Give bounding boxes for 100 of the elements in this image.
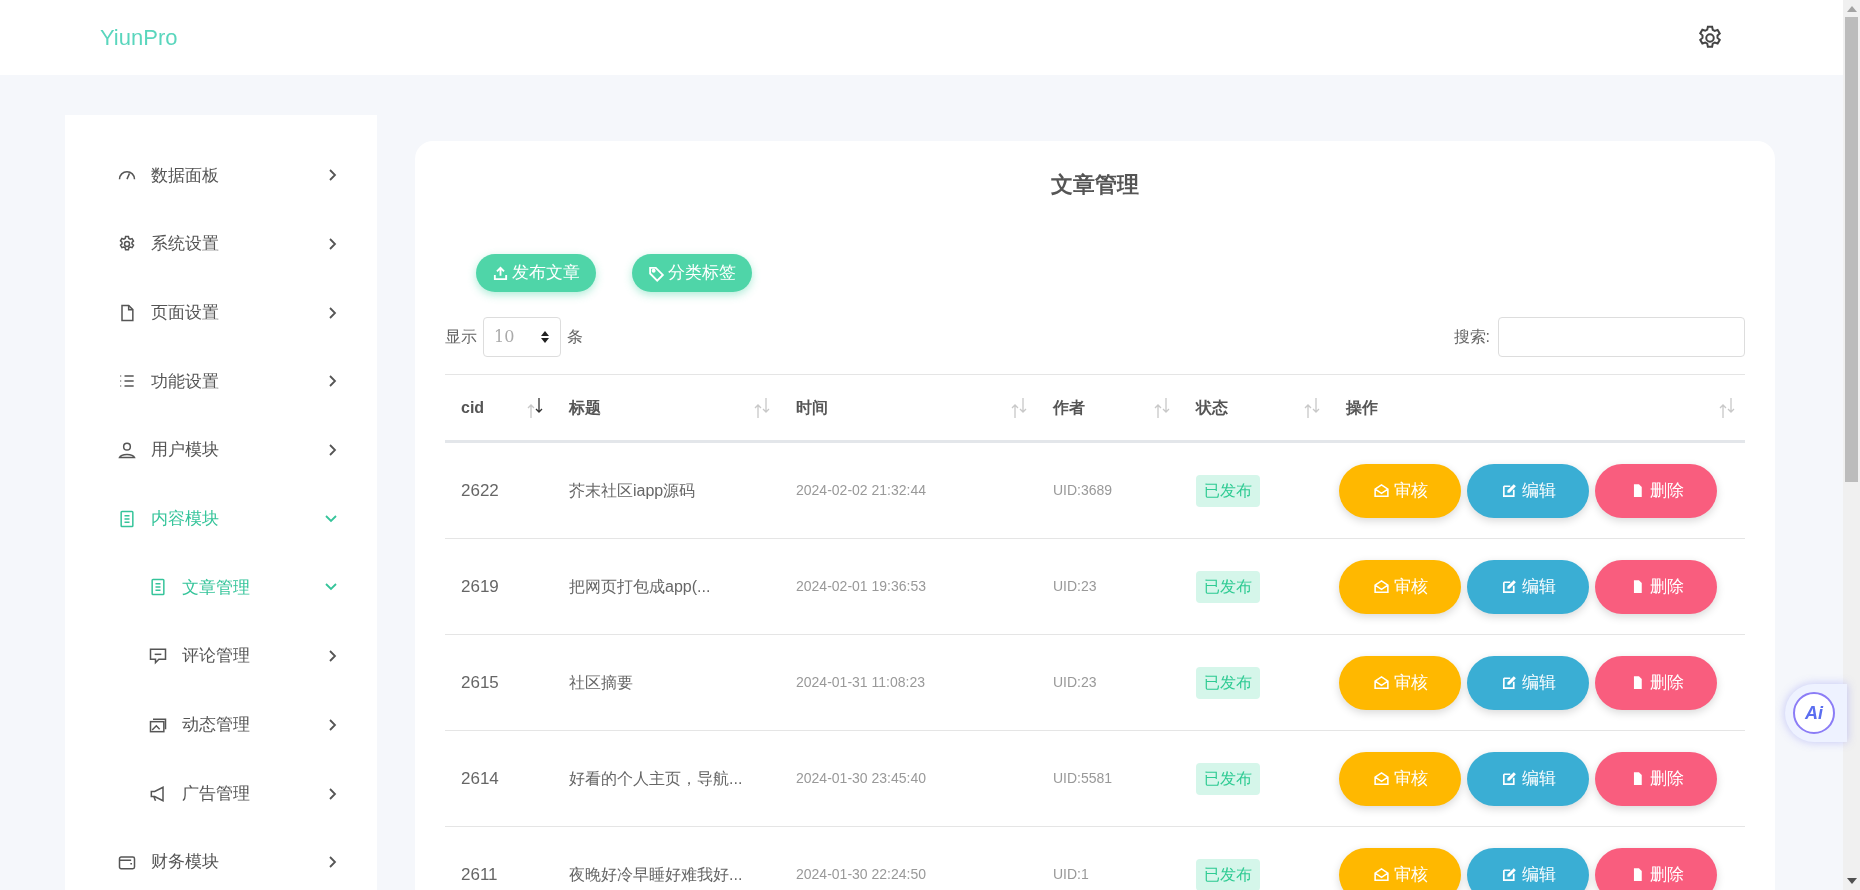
table-cell-text: 2614 [461,767,499,790]
action-button[interactable]: 审核 [1339,463,1461,518]
status-badge: 已发布 [1196,666,1260,699]
envelope-icon [1372,770,1390,787]
status-badge: 已发布 [1196,474,1260,507]
sidebar-item[interactable]: 数据面板 [65,141,377,210]
action-button[interactable]: 编辑 [1467,751,1589,806]
comment-icon [148,646,168,667]
sidebar-item[interactable]: 页面设置 [65,278,377,348]
chevron-down-icon [325,583,337,592]
action-button[interactable]: 编辑 [1467,559,1589,614]
search-field[interactable] [1498,317,1745,357]
column-header[interactable]: 标题 [553,375,780,440]
length-unit: 条 [567,327,583,347]
chevron-down-icon [325,514,337,523]
sort-arrows-icon [527,396,543,419]
table-cell-text: 社区摘要 [569,672,633,693]
envelope-icon [1372,866,1390,883]
scrollbar[interactable] [1843,0,1860,890]
chevron-right-icon [329,169,337,182]
action-button[interactable]: 删除 [1595,655,1717,710]
action-button[interactable]: 审核 [1339,559,1461,614]
table-cell-text: 2024-01-30 23:45:40 [796,769,926,788]
sidebar-item[interactable]: 功能设置 [65,347,377,416]
table-cell-text: 2024-01-31 11:08:23 [796,673,925,692]
scroll-down-icon[interactable] [1846,878,1857,884]
action-button[interactable]: 审核 [1339,751,1461,806]
length-label: 显示 [445,327,477,347]
page-title: 文章管理 [1050,170,1140,199]
table-cell-text: UID:3689 [1053,481,1113,500]
table-cell-text: 2024-01-30 22:24:50 [796,865,926,884]
toolbar-button[interactable]: 分类标签 [632,254,752,292]
chevron-right-icon [329,787,337,800]
table-cell-text: 芥末社区iapp源码 [569,480,696,501]
table-cell-text: 2622 [461,479,499,502]
toolbar-button[interactable]: 发布文章 [476,254,596,292]
action-button[interactable]: 编辑 [1467,655,1589,710]
sidebar-item[interactable]: 文章管理 [65,553,377,622]
search-label: 搜索: [1453,327,1490,347]
upload-icon [492,264,509,282]
table-cell-text: UID:23 [1053,673,1097,692]
sidebar-item[interactable]: 动态管理 [65,690,377,760]
sidebar-item[interactable]: 用户模块 [65,415,377,485]
sidebar-item[interactable]: 广告管理 [65,759,377,828]
column-header[interactable]: 状态 [1180,375,1330,440]
table-cell-text: 2024-02-02 21:32:44 [796,481,926,500]
document-lines-icon [148,577,168,598]
table-cell-text: UID:5581 [1053,769,1113,788]
edit-icon [1500,578,1518,595]
document-lines-icon [117,508,137,529]
edit-icon [1500,482,1518,499]
table-cell-text: 2619 [461,575,499,598]
sort-arrows-icon [1011,396,1027,419]
sidebar-item[interactable]: 评论管理 [65,621,377,691]
action-button[interactable]: 编辑 [1467,847,1589,890]
action-button[interactable]: 删除 [1595,847,1717,890]
action-button[interactable]: 编辑 [1467,463,1589,518]
action-button[interactable]: 审核 [1339,655,1461,710]
column-header[interactable]: 操作 [1330,375,1745,440]
sort-arrows-icon [1719,396,1735,419]
column-header[interactable]: cid [445,375,553,440]
table-cell-text: 把网页打包成app(... [569,576,711,597]
table-cell-text: UID:1 [1053,865,1089,884]
chevron-right-icon [329,238,337,251]
edit-icon [1500,866,1518,883]
user-icon [117,440,137,461]
envelope-icon [1372,578,1390,595]
sort-arrows-icon [754,396,770,419]
ai-assistant-button[interactable]: Ai [1785,684,1847,742]
action-button[interactable]: 删除 [1595,559,1717,614]
column-header[interactable]: 作者 [1037,375,1180,440]
action-button[interactable]: 审核 [1339,847,1461,890]
action-button[interactable]: 删除 [1595,463,1717,518]
column-header[interactable]: 时间 [780,375,1037,440]
status-badge: 已发布 [1196,762,1260,795]
sidebar-item[interactable]: 财务模块 [65,827,377,890]
sidebar-item[interactable]: 系统设置 [65,209,377,279]
table-cell-text: 夜晚好冷早睡好难我好... [569,864,743,885]
chevron-right-icon [329,306,337,319]
chevron-right-icon [329,718,337,731]
envelope-icon [1372,674,1390,691]
action-button[interactable]: 删除 [1595,751,1717,806]
table-cell-text: 2024-02-01 19:36:53 [796,577,926,596]
table-cell-text: 2611 [461,863,498,886]
table-cell-text: UID:23 [1053,577,1097,596]
edit-icon [1500,674,1518,691]
edit-icon [1500,770,1518,787]
spinner-icon [540,330,550,344]
envelope-icon [1372,482,1390,499]
page-length-select[interactable]: 10 [483,317,561,357]
sort-arrows-icon [1304,396,1320,419]
scroll-up-icon[interactable] [1846,6,1857,12]
scrollbar-thumb[interactable] [1845,17,1858,482]
logo-text[interactable]: YiunPro [100,21,178,54]
sidebar-item[interactable]: 内容模块 [65,484,377,554]
chevron-right-icon [329,375,337,388]
table-cell-text: 好看的个人主页，导航... [569,768,743,789]
table-cell-text: 2615 [461,671,499,694]
status-badge: 已发布 [1196,858,1260,890]
sort-arrows-icon [1154,396,1170,419]
